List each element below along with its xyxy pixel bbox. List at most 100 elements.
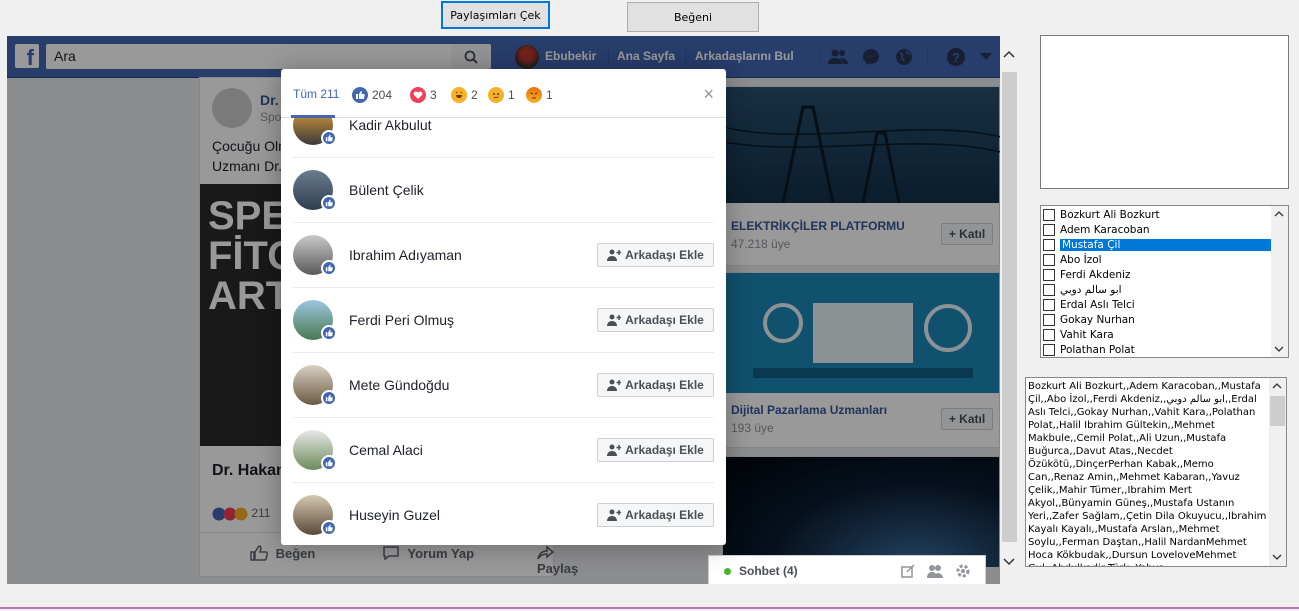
checklist-item[interactable]: Abo İzol — [1043, 252, 1271, 267]
checkbox[interactable] — [1043, 343, 1055, 356]
group-chat-icon[interactable] — [927, 564, 943, 578]
checklist-scrollbar[interactable] — [1271, 206, 1288, 357]
reactions-dialog: Tüm 211 204 3 2 1 1 × Kadir Akbulut Büle… — [281, 69, 726, 545]
tab-haha[interactable]: 2 — [451, 87, 478, 103]
new-message-icon[interactable] — [901, 564, 915, 578]
checklist-item-label: Erdal Aslı Telci — [1060, 298, 1135, 311]
reaction-tabs: Tüm 211 204 3 2 1 1 × — [281, 69, 726, 118]
add-friend-label: Arkadaşı Ekle — [625, 248, 704, 262]
add-friend-button[interactable]: Arkadaşı Ekle — [597, 308, 714, 332]
tab-all-reactions[interactable]: Tüm 211 — [293, 87, 339, 101]
chat-settings-gear-icon[interactable] — [955, 563, 971, 579]
like-badge-icon — [321, 130, 337, 146]
add-friend-button[interactable]: Arkadaşı Ekle — [597, 438, 714, 462]
checklist-item-label: Abo İzol — [1060, 253, 1102, 266]
likers-memo-textarea[interactable]: Bozkurt Ali Bozkurt,,Adem Karacoban,,Mus… — [1025, 377, 1287, 567]
reactor-name[interactable]: Ferdi Peri Olmuş — [349, 312, 454, 328]
checkbox[interactable] — [1043, 328, 1055, 341]
checklist-item[interactable]: Bozkurt Ali Bozkurt — [1043, 207, 1271, 222]
checklist-item-label: Adem Karacoban — [1060, 223, 1150, 236]
angry-icon — [526, 87, 542, 103]
scroll-up-arrow-icon[interactable] — [1272, 382, 1282, 389]
tab-sad[interactable]: 1 — [488, 87, 515, 103]
add-friend-label: Arkadaşı Ekle — [625, 443, 704, 457]
checkbox[interactable] — [1043, 223, 1055, 236]
add-friend-icon — [607, 444, 622, 456]
checkbox[interactable] — [1043, 283, 1055, 296]
haha-count: 2 — [471, 88, 478, 102]
checklist-item-label: Mustafa Çil — [1060, 238, 1271, 251]
scroll-down-arrow-icon[interactable] — [1003, 558, 1015, 569]
like-badge-icon — [321, 520, 337, 536]
like-badge-icon — [321, 325, 337, 341]
checkbox[interactable] — [1043, 208, 1055, 221]
reactor-row: Bülent Çelik — [293, 158, 714, 223]
reactor-name[interactable]: Mete Gündoğdu — [349, 377, 449, 393]
like-badge-icon — [321, 195, 337, 211]
add-friend-button[interactable]: Arkadaşı Ekle — [597, 243, 714, 267]
add-friend-icon — [607, 379, 622, 391]
reactors-list: Kadir Akbulut Bülent Çelik Ibrahim Adıya… — [281, 118, 726, 545]
checklist-item-label: Gokay Nurhan — [1060, 313, 1135, 326]
like-badge-icon — [321, 455, 337, 471]
reactor-row: Mete Gündoğdu Arkadaşı Ekle — [293, 353, 714, 418]
scroll-down-arrow-icon[interactable] — [1272, 554, 1282, 561]
reactor-row: Huseyin Guzel Arkadaşı Ekle — [293, 483, 714, 545]
like-badge-icon — [321, 260, 337, 276]
checkbox[interactable] — [1043, 268, 1055, 281]
checklist-item[interactable]: Vahit Kara — [1043, 327, 1271, 342]
sad-icon — [488, 87, 504, 103]
close-icon[interactable]: × — [703, 84, 714, 105]
checklist-item-selected[interactable]: Mustafa Çil — [1043, 237, 1271, 252]
add-friend-button[interactable]: Arkadaşı Ekle — [597, 503, 714, 527]
output-textbox[interactable] — [1040, 35, 1289, 189]
tab-angry[interactable]: 1 — [526, 87, 553, 103]
checklist-item[interactable]: Erdal Aslı Telci — [1043, 297, 1271, 312]
reactor-name[interactable]: Ibrahim Adıyaman — [349, 247, 462, 263]
scroll-up-arrow-icon[interactable] — [1003, 50, 1015, 61]
haha-icon — [451, 87, 467, 103]
fetch-posts-button[interactable]: Paylaşımları Çek — [441, 1, 550, 29]
like-button[interactable]: Beğeni — [627, 2, 759, 32]
checklist-item[interactable]: ابو سالم دوبي — [1043, 282, 1271, 297]
reactor-name[interactable]: Cemal Alaci — [349, 442, 423, 458]
checklist-item-label: Polathan Polat — [1060, 343, 1135, 356]
reactor-name[interactable]: Huseyin Guzel — [349, 507, 440, 523]
add-friend-button[interactable]: Arkadaşı Ekle — [597, 373, 714, 397]
memo-content: Bozkurt Ali Bozkurt,,Adem Karacoban,,Mus… — [1028, 381, 1267, 566]
reactor-row: Cemal Alaci Arkadaşı Ekle — [293, 418, 714, 483]
love-icon — [410, 87, 426, 103]
reactor-row: Ferdi Peri Olmuş Arkadaşı Ekle — [293, 288, 714, 353]
checklist-item[interactable]: Polathan Polat — [1043, 342, 1271, 357]
chat-label: Sohbet (4) — [739, 564, 798, 578]
scroll-down-arrow-icon[interactable] — [1274, 346, 1284, 353]
checklist-item[interactable]: Ferdi Akdeniz — [1043, 267, 1271, 282]
memo-scrollbar-thumb[interactable] — [1270, 396, 1285, 426]
chat-bar[interactable]: Sohbet (4) — [708, 555, 986, 584]
like-count: 204 — [372, 88, 393, 102]
reactor-row: Ibrahim Adıyaman Arkadaşı Ekle — [293, 223, 714, 288]
checklist-item[interactable]: Adem Karacoban — [1043, 222, 1271, 237]
checkbox[interactable] — [1043, 238, 1055, 251]
angry-count: 1 — [546, 88, 553, 102]
tab-love[interactable]: 3 — [410, 87, 437, 103]
online-status-dot — [724, 568, 731, 575]
reactor-row: Kadir Akbulut — [293, 118, 714, 158]
checkbox[interactable] — [1043, 253, 1055, 266]
sad-count: 1 — [508, 88, 515, 102]
love-count: 3 — [430, 88, 437, 102]
tab-like[interactable]: 204 — [352, 87, 392, 103]
reactor-name[interactable]: Bülent Çelik — [349, 182, 424, 198]
reactor-name[interactable]: Kadir Akbulut — [349, 118, 432, 133]
checkbox[interactable] — [1043, 298, 1055, 311]
add-friend-label: Arkadaşı Ekle — [625, 378, 704, 392]
browser-scrollbar-thumb[interactable] — [1002, 72, 1017, 542]
checklist-item-label: Ferdi Akdeniz — [1060, 268, 1131, 281]
checklist-item-label: ابو سالم دوبي — [1060, 283, 1122, 296]
memo-scrollbar[interactable] — [1269, 378, 1286, 566]
checklist-item[interactable]: Gokay Nurhan — [1043, 312, 1271, 327]
scroll-up-arrow-icon[interactable] — [1274, 210, 1284, 217]
liker-checklist[interactable]: Bozkurt Ali Bozkurt Adem Karacoban Musta… — [1040, 205, 1289, 358]
add-friend-label: Arkadaşı Ekle — [625, 508, 704, 522]
checkbox[interactable] — [1043, 313, 1055, 326]
